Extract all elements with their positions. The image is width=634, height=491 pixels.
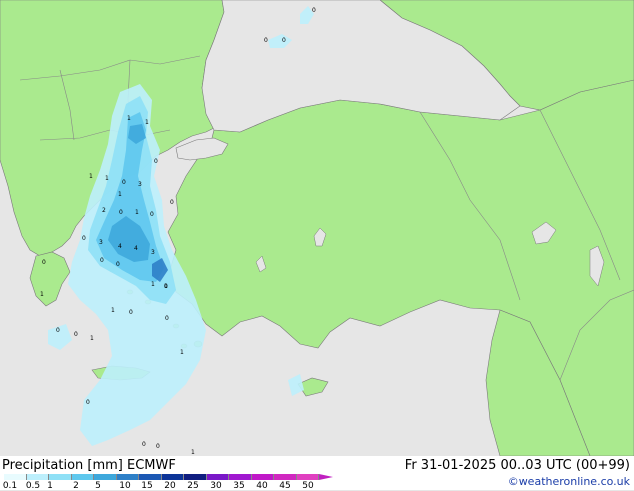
legend-arrow bbox=[319, 474, 333, 480]
legend-swatch bbox=[94, 474, 117, 480]
point-value: 3 bbox=[99, 239, 103, 246]
point-value: 1 bbox=[145, 119, 149, 126]
legend-swatch bbox=[206, 474, 229, 480]
point-value: 3 bbox=[138, 181, 142, 188]
point-value: 0 bbox=[154, 158, 158, 165]
point-value: 0 bbox=[56, 327, 60, 334]
point-value: 0 bbox=[150, 211, 154, 218]
point-value: 0 bbox=[116, 261, 120, 268]
legend-swatch bbox=[4, 474, 27, 480]
point-value: 1 bbox=[135, 209, 139, 216]
point-value: 1 bbox=[105, 175, 109, 182]
point-value: 0 bbox=[129, 309, 133, 316]
point-value: 0 bbox=[264, 37, 268, 44]
legend-swatch bbox=[139, 474, 162, 480]
point-value: 1 bbox=[127, 115, 131, 122]
point-value: 0 bbox=[82, 235, 86, 242]
point-value: 0 bbox=[156, 443, 160, 450]
credit-link[interactable]: ©weatheronline.co.uk bbox=[508, 475, 630, 488]
point-value: 0 bbox=[170, 199, 174, 206]
point-value: 0 bbox=[165, 315, 169, 322]
point-value: 0 bbox=[282, 37, 286, 44]
point-value: 4 bbox=[118, 243, 122, 250]
precipitation-map: 00 0111 10 312 0 1034 40031 11 00010100 01010000 bbox=[0, 0, 634, 457]
point-value: 3 bbox=[151, 249, 155, 256]
point-value: 0 bbox=[74, 331, 78, 338]
point-value: 4 bbox=[134, 245, 138, 252]
point-value: 1 bbox=[151, 281, 155, 288]
point-value: 0 bbox=[312, 7, 316, 14]
model-label: ECMWF bbox=[127, 458, 176, 473]
point-value: 1 bbox=[90, 335, 94, 342]
point-value: 1 bbox=[180, 349, 184, 356]
point-value: 2 bbox=[102, 207, 106, 214]
point-value: 0 bbox=[119, 209, 123, 216]
legend-swatch bbox=[251, 474, 274, 480]
point-value: 0 bbox=[86, 399, 90, 406]
legend-swatch bbox=[229, 474, 252, 480]
legend-swatch bbox=[184, 474, 207, 480]
precip-label: Precipitation [mm] bbox=[2, 458, 123, 473]
legend-swatch bbox=[71, 474, 94, 480]
point-value: 0 bbox=[122, 179, 126, 186]
legend-swatch bbox=[116, 474, 139, 480]
point-value: 0 bbox=[100, 257, 104, 264]
point-value: 1 bbox=[118, 191, 122, 198]
point-value: 1 bbox=[111, 307, 115, 314]
point-value: 0 bbox=[164, 283, 168, 290]
legend-swatch bbox=[26, 474, 49, 480]
point-value: 0 bbox=[142, 441, 146, 448]
point-value: 1 bbox=[40, 291, 44, 298]
point-value: 1 bbox=[191, 449, 195, 456]
point-value: 1 bbox=[89, 173, 93, 180]
point-value: 0 bbox=[42, 259, 46, 266]
map-title-left: Precipitation [mm] ECMWF bbox=[2, 458, 176, 473]
legend-swatch bbox=[274, 474, 297, 480]
legend-swatch bbox=[296, 474, 319, 480]
legend-colorbar bbox=[4, 474, 333, 480]
legend-swatch bbox=[161, 474, 184, 480]
valid-time-label: Fr 31-01-2025 00..03 UTC (00+99) bbox=[404, 458, 630, 473]
legend-swatch bbox=[49, 474, 72, 480]
